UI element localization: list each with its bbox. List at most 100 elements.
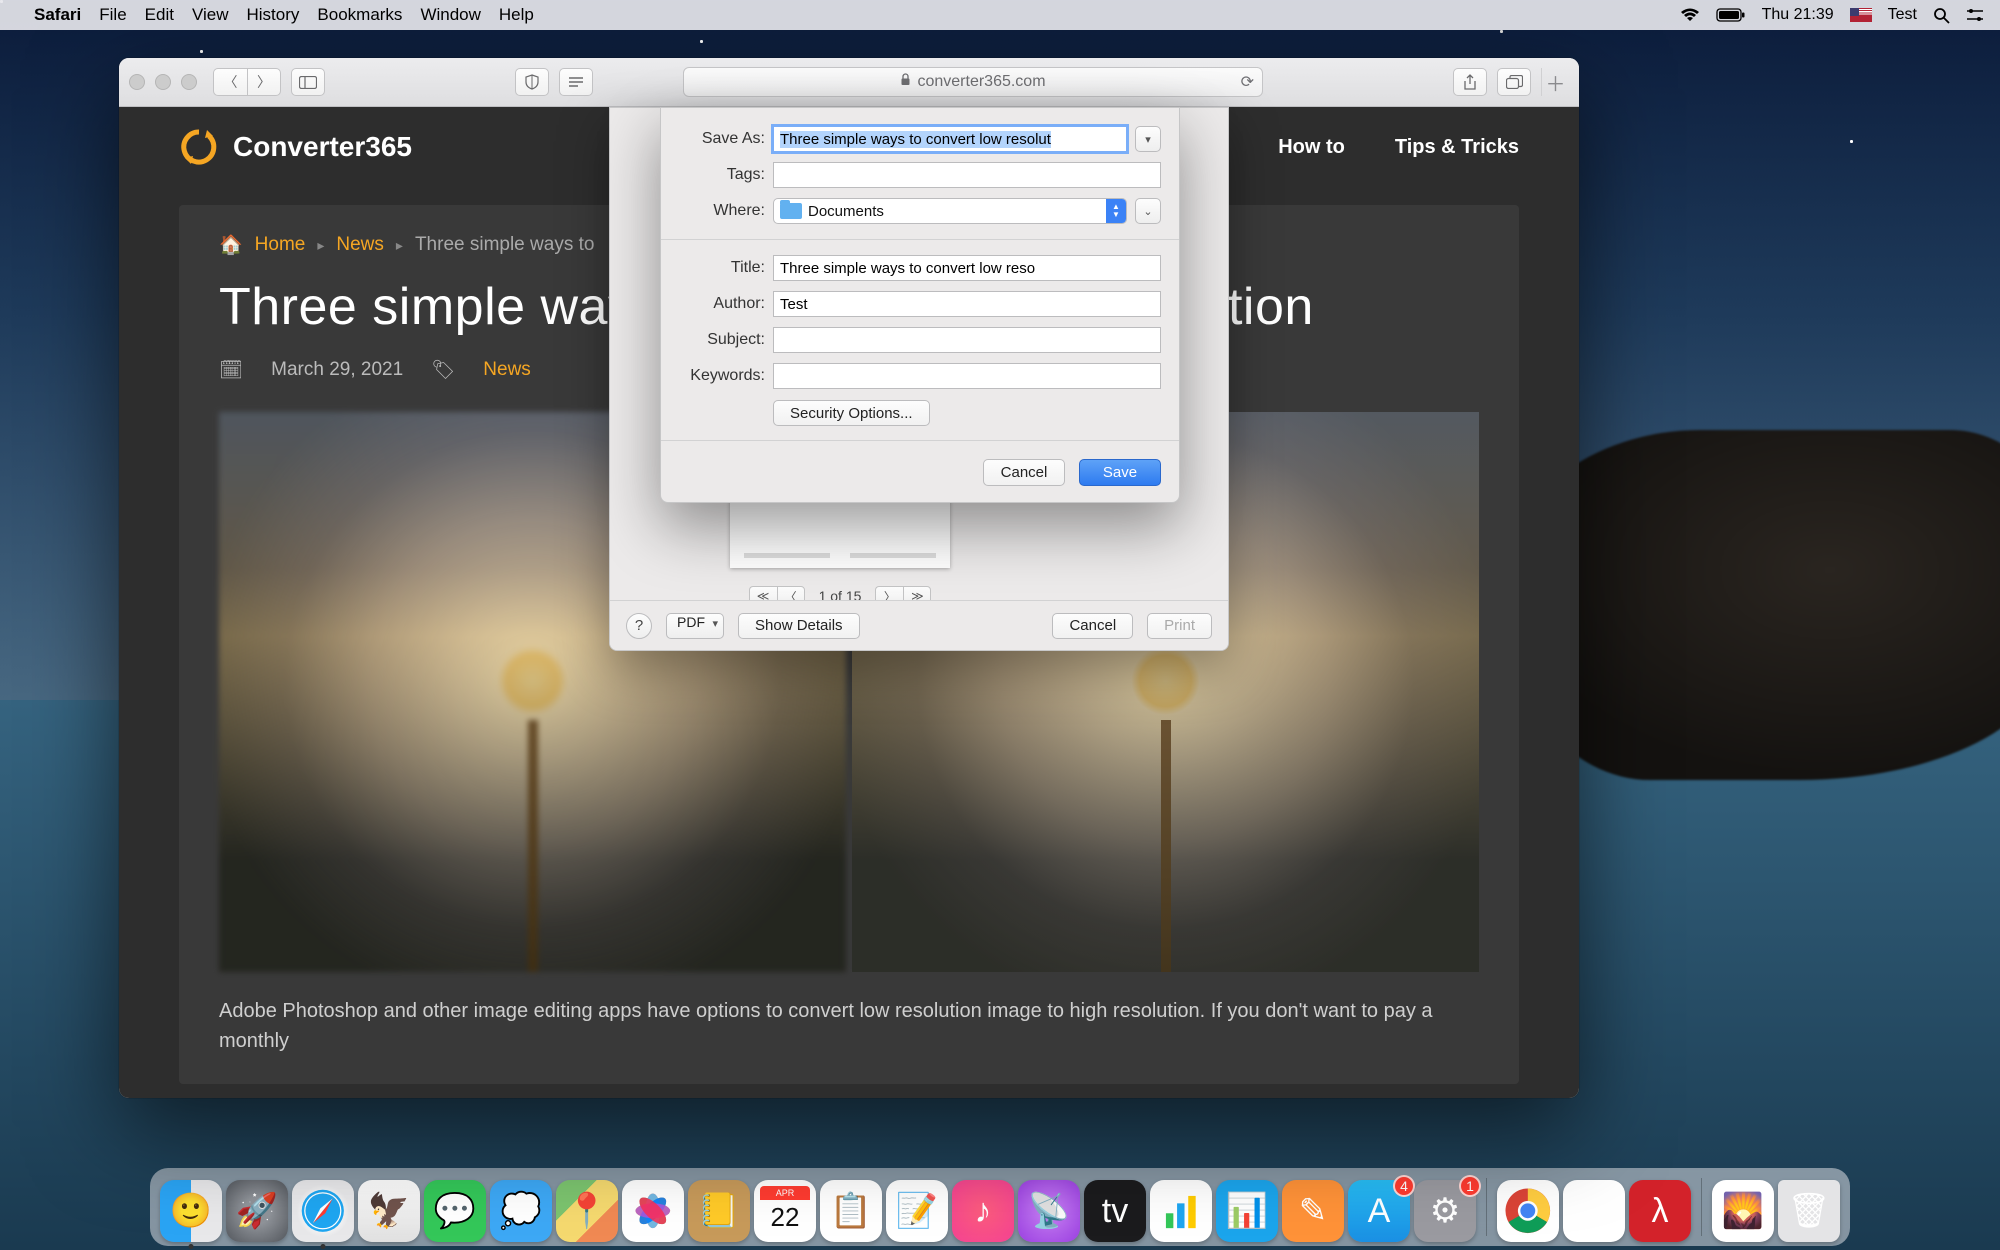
dock-chat-app[interactable]: 💭 xyxy=(490,1180,552,1242)
dock-trash[interactable]: 🗑 xyxy=(1778,1180,1840,1242)
menu-edit[interactable]: Edit xyxy=(145,5,174,25)
print-cancel-button[interactable]: Cancel xyxy=(1052,613,1133,639)
subject-input[interactable] xyxy=(773,327,1161,353)
dock-appstore[interactable]: A4 xyxy=(1348,1180,1410,1242)
dock: 🙂 🚀 🦅 💬 💭 📍 📒 APR22 📋 📝 ♪ 📡 tv 📊 ✎ A4 ⚙1… xyxy=(150,1168,1850,1246)
article-date: March 29, 2021 xyxy=(271,359,403,381)
title-input[interactable] xyxy=(773,255,1161,281)
menu-help[interactable]: Help xyxy=(499,5,534,25)
dock-finder[interactable]: 🙂 xyxy=(160,1180,222,1242)
dock-safari[interactable] xyxy=(292,1180,354,1242)
battery-icon[interactable] xyxy=(1716,8,1746,22)
safari-window: 〈 〉 converter365.com ⟳ ＋ Converter365 Ne… xyxy=(119,58,1579,1098)
tabs-button[interactable] xyxy=(1497,68,1531,96)
dock-preview[interactable]: 🖼 xyxy=(1563,1180,1625,1242)
breadcrumb-home[interactable]: Home xyxy=(255,234,306,256)
menu-view[interactable]: View xyxy=(192,5,229,25)
nav-back-forward: 〈 〉 xyxy=(213,68,281,96)
dock-mail[interactable]: 🦅 xyxy=(358,1180,420,1242)
menu-window[interactable]: Window xyxy=(420,5,480,25)
dock-chrome[interactable] xyxy=(1497,1180,1559,1242)
dock-reminders[interactable]: 📋 xyxy=(820,1180,882,1242)
reader-view-button[interactable] xyxy=(559,68,593,96)
dock-system-preferences[interactable]: ⚙1 xyxy=(1414,1180,1476,1242)
input-source-flag-icon[interactable] xyxy=(1850,8,1872,22)
dock-calendar[interactable]: APR22 xyxy=(754,1180,816,1242)
nav-tips[interactable]: Tips & Tricks xyxy=(1395,136,1519,159)
keywords-input[interactable] xyxy=(773,363,1161,389)
dock-tv[interactable]: tv xyxy=(1084,1180,1146,1242)
share-button[interactable] xyxy=(1453,68,1487,96)
subject-label: Subject: xyxy=(679,331,765,349)
spotlight-icon[interactable] xyxy=(1933,7,1950,24)
save-cancel-button[interactable]: Cancel xyxy=(983,459,1065,486)
menu-file[interactable]: File xyxy=(99,5,126,25)
address-bar[interactable]: converter365.com ⟳ xyxy=(683,67,1263,97)
breadcrumb-current: Three simple ways to xyxy=(415,234,595,256)
print-bottom-bar: ? PDF Show Details Cancel Print xyxy=(610,600,1228,650)
appstore-badge: 4 xyxy=(1393,1175,1415,1197)
where-label: Where: xyxy=(679,202,765,220)
address-text: converter365.com xyxy=(917,73,1045,91)
folder-icon xyxy=(780,203,802,219)
dock-messages[interactable]: 💬 xyxy=(424,1180,486,1242)
dialog-separator xyxy=(661,440,1179,441)
new-tab-button[interactable]: ＋ xyxy=(1541,68,1569,96)
settings-badge: 1 xyxy=(1459,1175,1481,1197)
dock-podcasts[interactable]: 📡 xyxy=(1018,1180,1080,1242)
save-dialog: Save As: ▾ Tags: Where: Documents ▲▼ ⌄ T… xyxy=(660,107,1180,503)
menubar-user[interactable]: Test xyxy=(1888,6,1917,24)
where-dropdown[interactable]: Documents ▲▼ xyxy=(773,198,1127,224)
breadcrumb-sep-icon: ▸ xyxy=(396,237,403,254)
dock-downloads[interactable]: 🌄 xyxy=(1712,1180,1774,1242)
menu-history[interactable]: History xyxy=(247,5,300,25)
author-input[interactable] xyxy=(773,291,1161,317)
dropdown-arrows-icon: ▲▼ xyxy=(1106,199,1126,223)
forward-button[interactable]: 〉 xyxy=(247,68,281,96)
dock-notes[interactable]: 📝 xyxy=(886,1180,948,1242)
dock-maps[interactable]: 📍 xyxy=(556,1180,618,1242)
article-category[interactable]: News xyxy=(483,359,531,381)
dock-launchpad[interactable]: 🚀 xyxy=(226,1180,288,1242)
dock-photos[interactable] xyxy=(622,1180,684,1242)
dock-contacts[interactable]: 📒 xyxy=(688,1180,750,1242)
tag-icon: 🏷 xyxy=(431,358,455,382)
reload-icon[interactable]: ⟳ xyxy=(1241,72,1254,92)
breadcrumb-category[interactable]: News xyxy=(336,234,384,256)
dock-music[interactable]: ♪ xyxy=(952,1180,1014,1242)
nav-howto[interactable]: How to xyxy=(1278,136,1345,159)
site-brand[interactable]: Converter365 xyxy=(179,127,412,167)
dock-keynote[interactable]: 📊 xyxy=(1216,1180,1278,1242)
dock-numbers[interactable] xyxy=(1150,1180,1212,1242)
print-button: Print xyxy=(1147,613,1212,639)
dock-pages[interactable]: ✎ xyxy=(1282,1180,1344,1242)
save-button[interactable]: Save xyxy=(1079,459,1161,486)
menu-bookmarks[interactable]: Bookmarks xyxy=(317,5,402,25)
help-button[interactable]: ? xyxy=(626,613,652,639)
lock-icon xyxy=(900,73,911,91)
keywords-label: Keywords: xyxy=(679,367,765,385)
article-body: Adobe Photoshop and other image editing … xyxy=(219,996,1479,1056)
reader-shield-button[interactable] xyxy=(515,68,549,96)
tags-label: Tags: xyxy=(679,166,765,184)
pdf-dropdown[interactable]: PDF xyxy=(666,613,724,639)
calendar-day: 22 xyxy=(754,1202,816,1233)
back-button[interactable]: 〈 xyxy=(213,68,247,96)
save-as-label: Save As: xyxy=(679,130,765,148)
wifi-icon[interactable] xyxy=(1680,8,1700,22)
menubar-app-name[interactable]: Safari xyxy=(34,5,81,25)
expand-save-panel-button[interactable]: ▾ xyxy=(1135,126,1161,152)
menubar-clock[interactable]: Thu 21:39 xyxy=(1762,6,1834,24)
where-value: Documents xyxy=(808,203,1106,220)
window-traffic-lights[interactable] xyxy=(129,74,197,90)
sidebar-button[interactable] xyxy=(291,68,325,96)
save-as-input[interactable] xyxy=(773,126,1127,152)
tags-input[interactable] xyxy=(773,162,1161,188)
breadcrumb-sep-icon: ▸ xyxy=(317,237,324,254)
dock-acrobat[interactable]: λ xyxy=(1629,1180,1691,1242)
show-details-button[interactable]: Show Details xyxy=(738,613,860,639)
security-options-button[interactable]: Security Options... xyxy=(773,400,930,426)
home-icon: 🏠 xyxy=(219,233,243,257)
where-expand-button[interactable]: ⌄ xyxy=(1135,198,1161,224)
control-center-icon[interactable] xyxy=(1966,8,1984,22)
